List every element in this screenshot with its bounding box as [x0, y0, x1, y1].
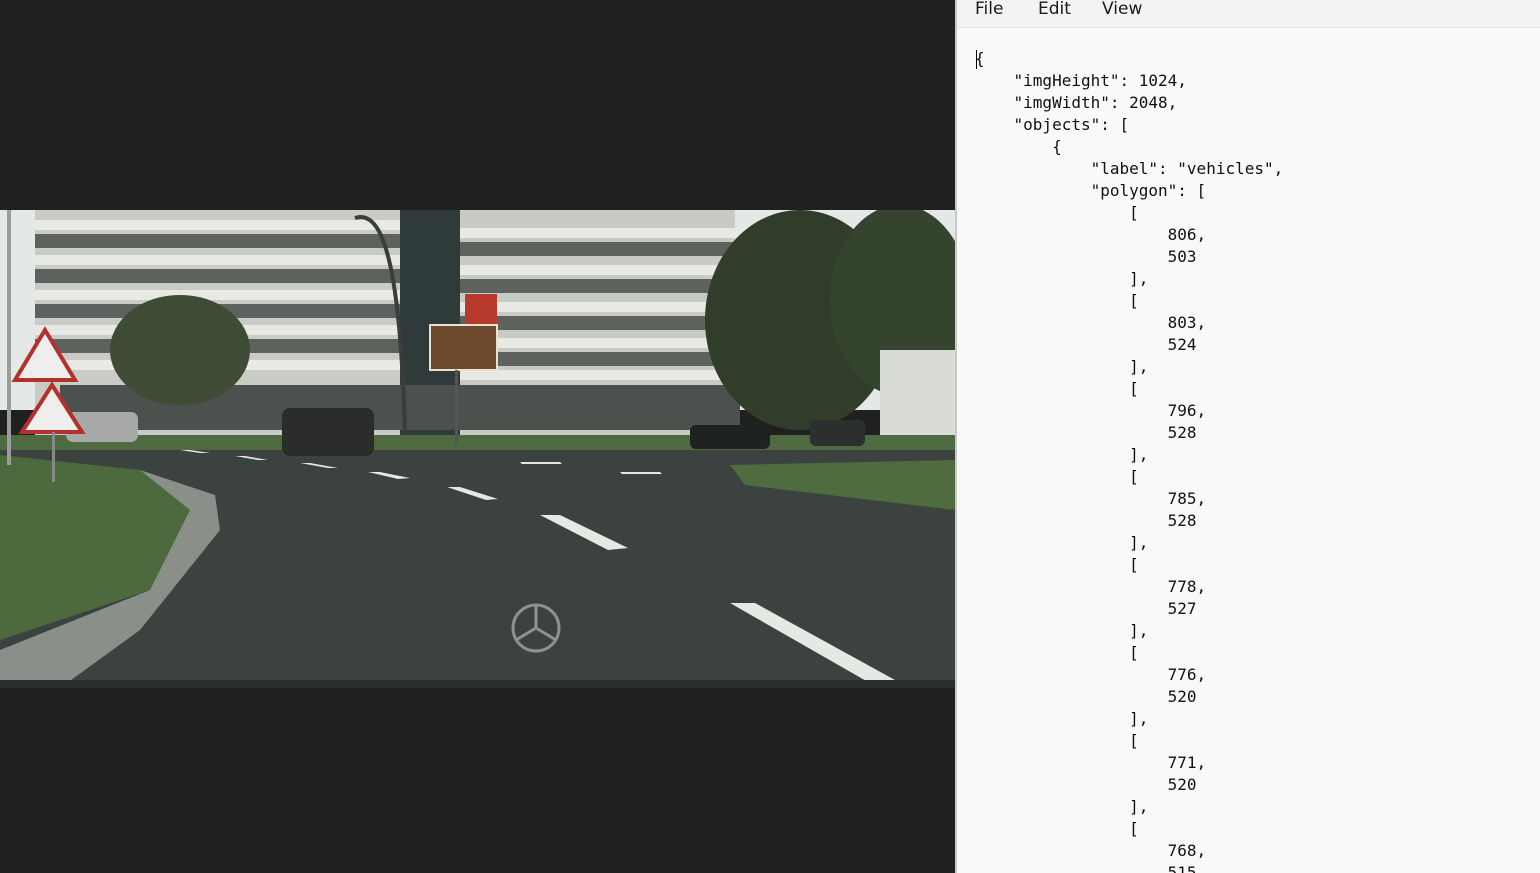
code-line: ], — [975, 357, 1149, 376]
code-line: 771, — [975, 753, 1207, 772]
code-line: { — [975, 137, 1062, 156]
code-line: "imgWidth": 2048, — [975, 93, 1178, 112]
code-line: { — [975, 49, 985, 68]
code-line: ], — [975, 709, 1149, 728]
code-line: 528 — [975, 423, 1197, 442]
code-line: [ — [975, 467, 1139, 486]
code-line: [ — [975, 379, 1139, 398]
code-line: 785, — [975, 489, 1207, 508]
menu-view[interactable]: View — [1102, 0, 1142, 20]
code-line: [ — [975, 291, 1139, 310]
menu-bar: File Edit View — [957, 0, 1540, 28]
editor-text-area[interactable]: { "imgHeight": 1024, "imgWidth": 2048, "… — [975, 48, 1540, 873]
code-line: "objects": [ — [975, 115, 1130, 134]
code-line: 520 — [975, 775, 1197, 794]
code-line: 527 — [975, 599, 1197, 618]
code-line: 803, — [975, 313, 1207, 332]
text-editor-window: File Edit View { "imgHeight": 1024, "img… — [955, 0, 1540, 873]
menu-file[interactable]: File — [975, 0, 1003, 20]
code-line: 524 — [975, 335, 1197, 354]
code-line: 503 — [975, 247, 1197, 266]
code-line: "polygon": [ — [975, 181, 1207, 200]
code-line: ], — [975, 445, 1149, 464]
code-line: 768, — [975, 841, 1207, 860]
menu-edit[interactable]: Edit — [1038, 0, 1071, 20]
code-line: [ — [975, 731, 1139, 750]
code-line: 776, — [975, 665, 1207, 684]
code-line: 806, — [975, 225, 1207, 244]
code-line: "label": "vehicles", — [975, 159, 1284, 178]
code-line: 515 — [975, 863, 1197, 873]
code-line: [ — [975, 203, 1139, 222]
code-line: ], — [975, 269, 1149, 288]
code-line: "imgHeight": 1024, — [975, 71, 1187, 90]
code-line: ], — [975, 797, 1149, 816]
image-viewer — [0, 0, 955, 873]
code-line: 520 — [975, 687, 1197, 706]
code-line: 528 — [975, 511, 1197, 530]
code-line: ], — [975, 621, 1149, 640]
code-line: 778, — [975, 577, 1207, 596]
code-line: [ — [975, 555, 1139, 574]
code-line: [ — [975, 819, 1139, 838]
code-line: 796, — [975, 401, 1207, 420]
code-line: ], — [975, 533, 1149, 552]
code-line: [ — [975, 643, 1139, 662]
street-scene-photo — [0, 210, 955, 688]
